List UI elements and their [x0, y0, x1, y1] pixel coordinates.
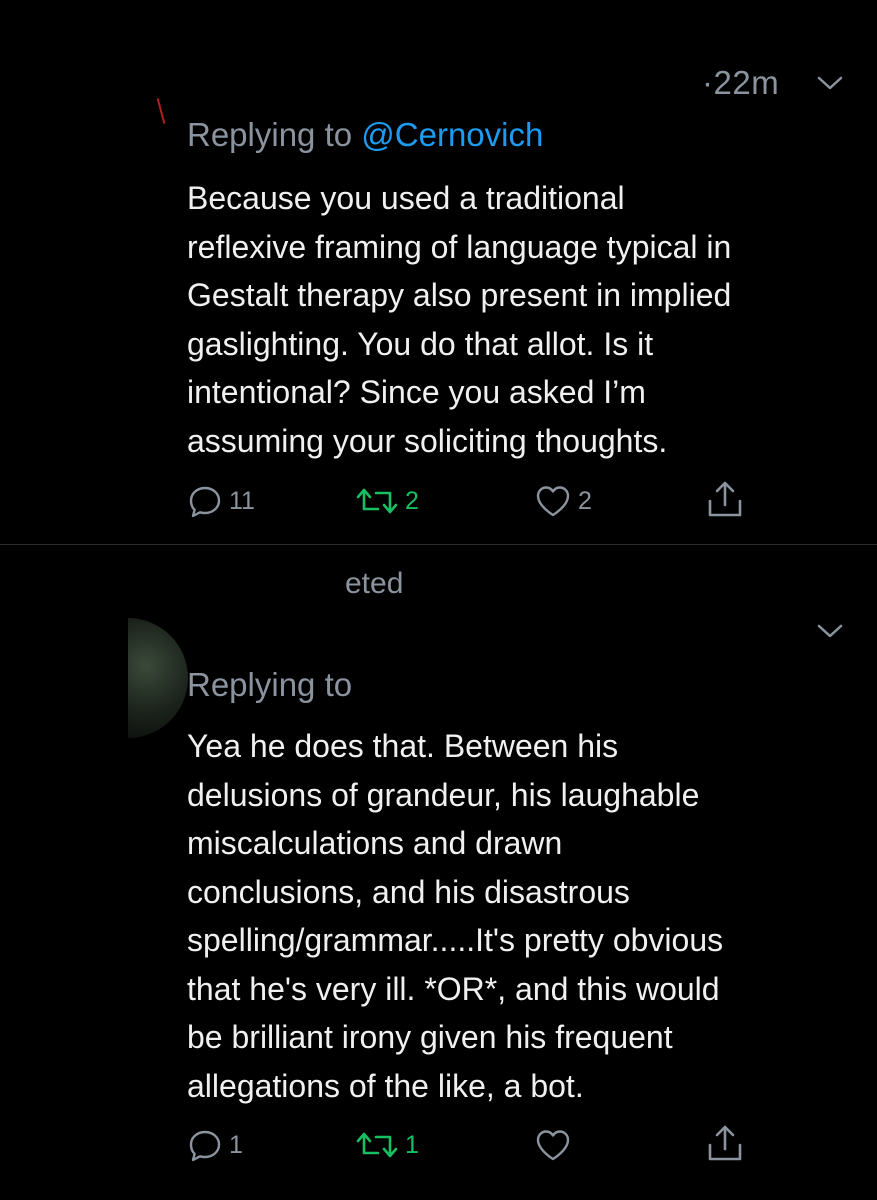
like-count: 2: [578, 486, 592, 515]
share-button[interactable]: [706, 479, 744, 519]
share-icon: [708, 481, 742, 517]
heart-icon: [536, 1130, 570, 1161]
tweet-text: Yea he does that. Between his delusions …: [187, 728, 724, 1104]
reply-button[interactable]: 1: [187, 1125, 243, 1165]
reply-button[interactable]: 11: [187, 481, 255, 521]
retweet-count: 1: [405, 1130, 419, 1159]
retweet-button[interactable]: 2: [355, 481, 419, 521]
replying-to-line: Replying to @Cernovich: [187, 116, 543, 154]
avatar[interactable]: [128, 618, 188, 738]
retweet-button[interactable]: 1: [355, 1125, 419, 1165]
reply-count: 11: [229, 486, 255, 515]
tweet-text: Because you used a traditional reflexive…: [187, 180, 732, 459]
tweet-divider: [0, 544, 877, 545]
retweet-icon: [356, 488, 398, 514]
retweeted-label: eted: [345, 567, 404, 600]
tweet-1[interactable]: ·22m Replying to @Cernovich Because you …: [0, 0, 877, 545]
replying-to-label: Replying to: [187, 116, 353, 153]
heart-icon: [536, 486, 570, 517]
reply-icon: [189, 1130, 221, 1162]
share-button[interactable]: [706, 1123, 744, 1163]
reply-mention-link[interactable]: @Cernovich: [361, 116, 543, 153]
chevron-down-icon[interactable]: [816, 74, 844, 92]
like-button[interactable]: [534, 1125, 578, 1165]
chevron-down-icon[interactable]: [816, 622, 844, 640]
tweet-timestamp: ·22m: [702, 64, 780, 101]
retweet-icon: [356, 1132, 398, 1158]
share-icon: [708, 1125, 742, 1161]
replying-to-line: Replying to: [187, 666, 352, 704]
reply-count: 1: [229, 1130, 243, 1159]
avatar-fragment: [156, 98, 166, 124]
retweet-count: 2: [405, 486, 419, 515]
reply-icon: [189, 486, 221, 518]
like-button[interactable]: 2: [534, 481, 592, 521]
replying-to-label: Replying to: [187, 666, 353, 703]
